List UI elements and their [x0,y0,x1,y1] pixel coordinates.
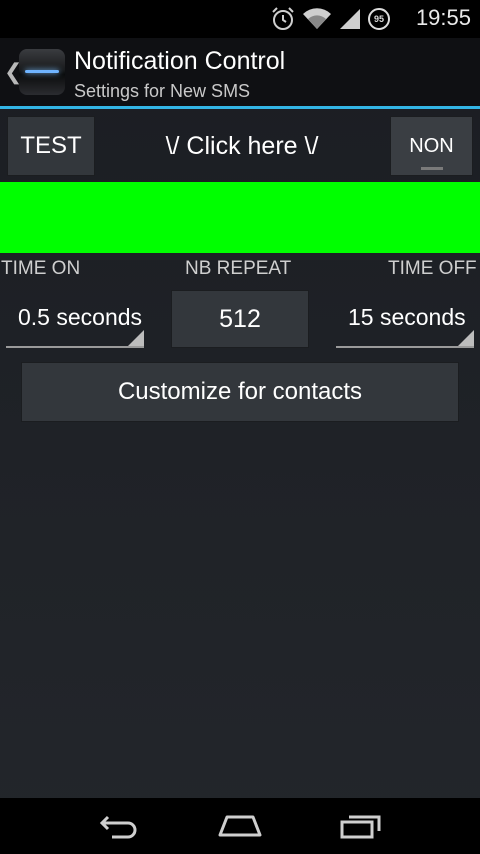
battery-level: 95 [373,14,384,24]
toggle-indicator [421,167,443,170]
recents-button[interactable] [331,808,391,844]
page-subtitle: Settings for New SMS [74,81,251,101]
page-title: Notification Control [74,47,286,75]
notification-toggle[interactable]: NON [390,116,473,176]
customize-for-contacts-button[interactable]: Customize for contacts [21,362,459,422]
toggle-label: NON [409,134,454,157]
back-icon [99,815,137,839]
time-on-label: TIME ON [1,258,81,279]
navigation-bar [0,798,480,854]
time-off-spinner[interactable]: 15 seconds [336,290,474,348]
test-button[interactable]: TEST [7,116,95,176]
recents-icon [340,815,381,839]
signal-icon [340,9,360,29]
time-off-label: TIME OFF [388,258,477,279]
nb-repeat-label: NB REPEAT [185,258,292,279]
battery-icon: 95 [368,8,390,30]
click-here-button[interactable]: \/ Click here \/ [104,116,380,176]
color-preview[interactable] [0,182,480,253]
alarm-icon [272,7,294,30]
wifi-icon [303,8,331,30]
status-bar: 95 19:55 [0,0,480,38]
action-bar: ❮ Notification Control Settings for New … [0,38,480,106]
app-icon-glow [25,70,59,73]
status-icons: 95 [270,6,390,32]
nb-repeat-input[interactable]: 512 [171,290,309,348]
back-button[interactable] [90,808,150,844]
app-icon[interactable] [19,49,65,95]
spinner-arrow-icon [458,330,474,346]
home-button[interactable] [210,808,270,844]
spinner-arrow-icon [128,330,144,346]
time-on-value: 0.5 seconds [18,304,143,330]
time-off-value: 15 seconds [348,304,466,330]
action-bar-divider [0,106,480,109]
time-on-spinner[interactable]: 0.5 seconds [6,290,144,348]
clock: 19:55 [415,5,471,30]
home-icon [218,815,262,837]
